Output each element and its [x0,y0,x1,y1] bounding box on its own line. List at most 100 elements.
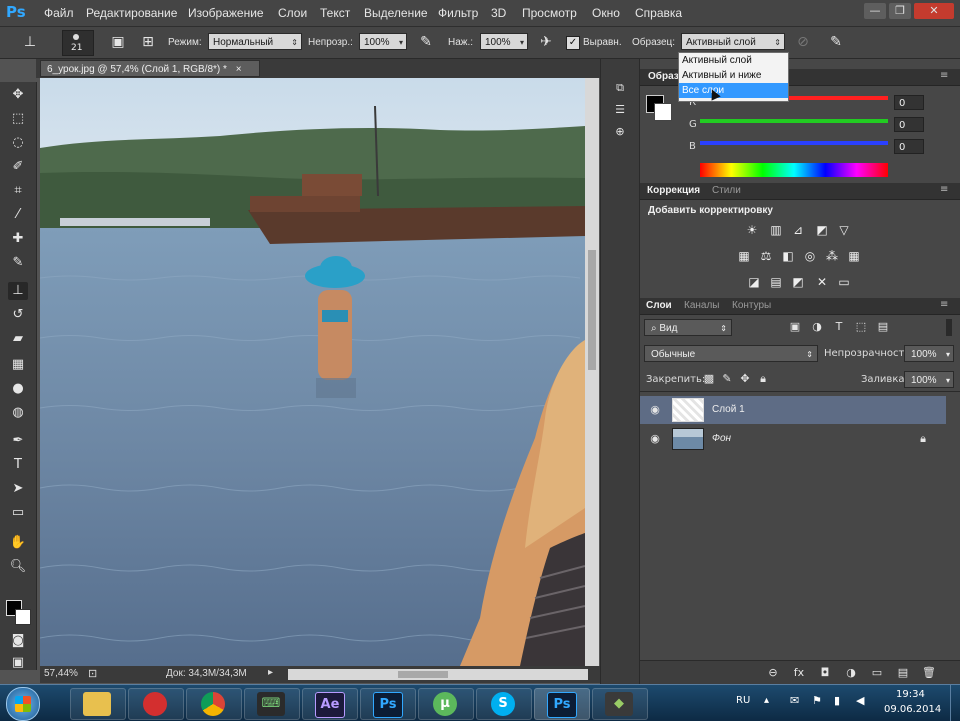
sample-option-current-and-below[interactable]: Активный и ниже [679,68,788,83]
new-group-icon[interactable]: ▭ [870,666,884,680]
menu-window[interactable]: Окно [592,6,620,20]
menu-text[interactable]: Текст [320,6,350,20]
trash-icon[interactable]: 🗑︎ [922,666,936,680]
taskbar-explorer[interactable] [70,688,126,720]
filter-shape-icon[interactable]: ⬚ [854,320,868,334]
exposure-icon[interactable]: ◩ [814,223,830,237]
properties-panel-icon[interactable]: ☰ [613,103,627,117]
clock-date[interactable]: 09.06.2014 [884,704,941,715]
new-layer-icon[interactable]: ▤ [896,666,910,680]
clone-source-icon[interactable]: ⊞ [138,32,158,52]
aligned-checkbox[interactable]: ✓ [566,36,580,50]
pressure-opacity-icon[interactable]: ✎ [416,32,436,52]
visibility-eye-icon[interactable]: ◉ [648,403,662,417]
levels-icon[interactable]: ▥ [768,223,784,237]
eyedropper-tool-icon[interactable]: ⁄ [8,206,28,224]
clock-time[interactable]: 19:34 [896,689,925,700]
brush-tool-icon[interactable]: ✎ [8,254,28,272]
layer-filter-select[interactable]: ⌕ Вид ⇕ [644,319,732,336]
background-swatch[interactable] [654,103,672,121]
filter-adjustment-icon[interactable]: ◑ [810,320,824,334]
network-icon[interactable]: ▮ [834,694,840,707]
blur-tool-icon[interactable]: ● [8,380,28,398]
filter-smart-object-icon[interactable]: ▤ [876,320,890,334]
brush-preset-picker[interactable]: 21 [62,30,94,56]
add-mask-icon[interactable]: ◘ [818,666,832,680]
vertical-scrollbar[interactable] [585,78,599,666]
lock-pixels-icon[interactable]: ✎ [720,372,734,386]
layer-opacity-input[interactable]: 100% ▾ [904,345,954,362]
tray-arrow-icon[interactable]: ▴ [764,695,769,706]
value-g[interactable]: 0 [894,117,924,132]
layer-name[interactable]: Фон [712,433,731,444]
link-layers-icon[interactable]: ⊖ [766,666,780,680]
sample-option-all-layers[interactable]: Все слои [679,83,788,98]
history-brush-tool-icon[interactable]: ↺ [8,306,28,324]
sample-select[interactable]: Активный слой ⇕ [681,33,785,50]
new-adjustment-icon[interactable]: ◑ [844,666,858,680]
taskbar-app10[interactable]: ◆ [592,688,648,720]
close-button[interactable]: ✕ [914,3,954,19]
start-button[interactable] [6,687,40,721]
maximize-button[interactable]: ❐ [889,3,911,19]
eraser-tool-icon[interactable]: ▰ [8,330,28,348]
blend-mode-select[interactable]: Обычные ⇕ [644,345,818,362]
hue-saturation-icon[interactable]: ▦ [736,249,752,263]
black-white-icon[interactable]: ◧ [780,249,796,263]
type-tool-icon[interactable]: T [8,456,28,474]
vibrance-icon[interactable]: ▽ [836,223,852,237]
clone-source-panel-icon[interactable]: ⊕ [613,125,627,139]
tab-layers[interactable]: Слои [646,300,672,311]
minimize-button[interactable]: — [864,3,886,19]
menu-edit[interactable]: Редактирование [86,6,177,20]
vertical-scrollbar-thumb[interactable] [588,250,596,370]
sample-option-current-layer[interactable]: Активный слой [679,53,788,68]
close-tab-icon[interactable]: × [236,64,242,75]
tab-paths[interactable]: Контуры [732,300,771,311]
dodge-tool-icon[interactable]: ◍ [8,404,28,422]
brightness-icon[interactable]: ☀ [744,223,760,237]
menu-view[interactable]: Просмотр [522,6,577,20]
background-color-swatch[interactable] [15,609,31,625]
horizontal-scrollbar[interactable] [288,669,588,680]
fill-input[interactable]: 100% ▾ [904,371,954,388]
taskbar-photoshop-2[interactable]: Ps [534,688,590,720]
crop-tool-icon[interactable]: ⌗ [8,182,28,200]
fx-icon[interactable]: fx [792,666,806,680]
posterize-icon[interactable]: ▤ [768,275,784,289]
menu-layers[interactable]: Слои [278,6,307,20]
lasso-tool-icon[interactable]: ◌ [8,134,28,152]
taskbar-utorrent[interactable]: µ [418,688,474,720]
value-b[interactable]: 0 [894,139,924,154]
pen-tool-icon[interactable]: ✒ [8,432,28,450]
tab-adjustments[interactable]: Коррекция [647,185,700,196]
photo-filter-icon[interactable]: ◎ [802,249,818,263]
taskbar-photoshop-1[interactable]: Ps [360,688,416,720]
marquee-tool-icon[interactable]: ⬚ [8,110,28,128]
document-canvas[interactable] [40,78,585,666]
layer-name[interactable]: Слой 1 [712,404,745,415]
value-r[interactable]: 0 [894,95,924,110]
zoom-level[interactable]: 57,44% [44,668,78,679]
filter-type-icon[interactable]: T [832,320,846,334]
ignore-adjustment-icon[interactable]: ⊘ [793,32,813,52]
panel-menu-icon[interactable]: ≡ [940,70,948,81]
menu-image[interactable]: Изображение [188,6,264,20]
screen-mode-icon[interactable]: ▣ [8,654,28,672]
color-balance-icon[interactable]: ⚖ [758,249,774,263]
status-menu-arrow-icon[interactable]: ▸ [268,667,273,678]
clone-stamp-tool-icon[interactable]: ⊥ [8,282,28,300]
hand-tool-icon[interactable]: ✋ [8,534,28,552]
curves-icon[interactable]: ⊿ [790,223,806,237]
document-tab[interactable]: 6_урок.jpg @ 57,4% (Слой 1, RGB/8*) * × [40,60,260,77]
clone-stamp-icon[interactable]: ⊥ [20,32,40,52]
healing-brush-tool-icon[interactable]: ✚ [8,230,28,248]
menu-file[interactable]: Файл [44,6,74,20]
lock-position-icon[interactable]: ✥ [738,372,752,386]
visibility-eye-icon[interactable]: ◉ [648,432,662,446]
channel-mixer-icon[interactable]: ⁂ [824,249,840,263]
filter-pixel-icon[interactable]: ▣ [788,320,802,334]
taskbar-opera[interactable] [128,688,184,720]
show-desktop-button[interactable] [950,685,960,721]
pressure-size-icon[interactable]: ✎ [826,32,846,52]
